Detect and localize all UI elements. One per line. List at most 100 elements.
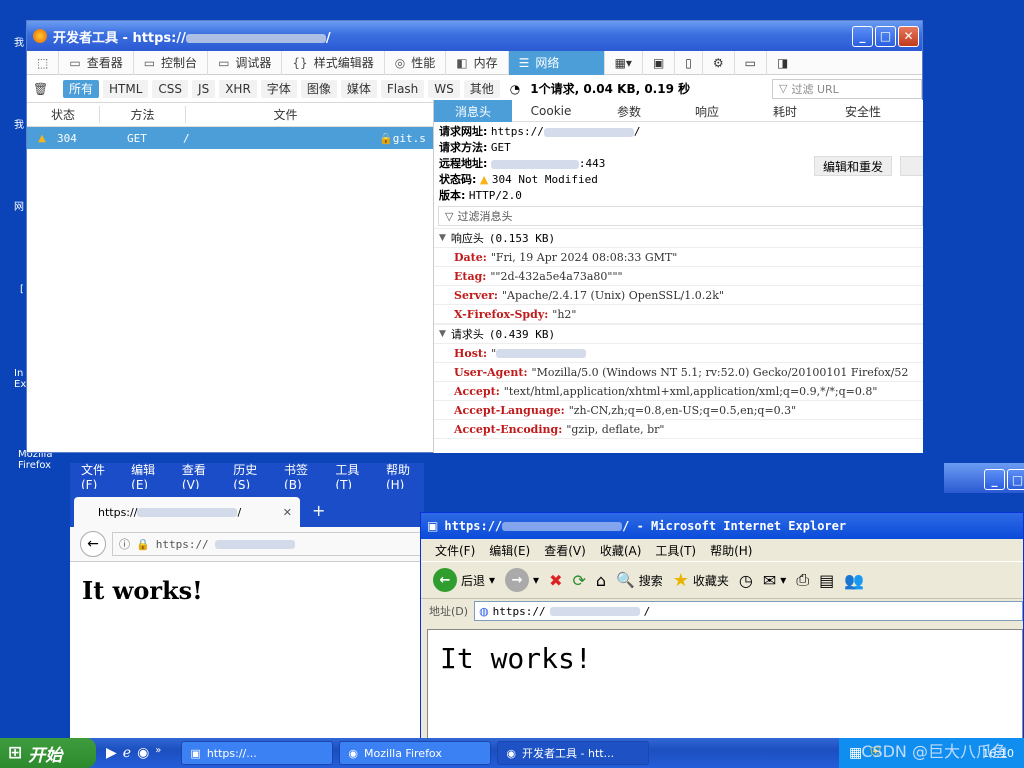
tab-cookies[interactable]: Cookie (512, 100, 590, 122)
print-button[interactable]: ⎙ (796, 570, 809, 590)
task-ie[interactable]: ▣ https://... (181, 741, 334, 765)
desktop-icon-recycle[interactable]: [ (20, 284, 24, 295)
tab-debugger[interactable]: ▭ 调试器 (208, 50, 283, 75)
close-tab-icon[interactable]: ✕ (283, 506, 292, 519)
info-icon[interactable]: ⓘ (119, 536, 130, 552)
menu-edit[interactable]: 编辑(E) (131, 461, 168, 492)
tab-params[interactable]: 参数 (590, 100, 668, 122)
filter-ws[interactable]: WS (428, 79, 460, 98)
split-console-icon[interactable]: ▦▾ (605, 50, 643, 75)
messenger-button[interactable]: 👥 (844, 571, 864, 590)
menu-file[interactable]: 文件(F) (81, 461, 117, 492)
header-row[interactable]: Host: " (434, 344, 923, 363)
filter-xhr[interactable]: XHR (219, 79, 257, 98)
settings-gear-icon[interactable]: ⚙ (703, 50, 735, 75)
forward-button[interactable]: → ▾ (505, 568, 539, 592)
menu-help[interactable]: 帮助(H) (710, 542, 752, 559)
edit-button[interactable]: ▤ (819, 571, 834, 590)
maximize-button[interactable]: □ (1007, 469, 1024, 490)
response-headers-section[interactable]: ▼ 响应头 (0.153 KB) (434, 228, 923, 248)
tab-console[interactable]: ▭ 控制台 (134, 50, 209, 75)
search-button[interactable]: 🔍 搜索 (616, 571, 663, 589)
tab-memory[interactable]: ◧ 内存 (446, 50, 509, 75)
ie-titlebar[interactable]: ▣ https:/// - Microsoft Internet Explorer (421, 513, 1023, 539)
filter-all[interactable]: 所有 (63, 79, 100, 98)
dock-side-icon[interactable]: ◨ (767, 51, 798, 75)
menu-favorites[interactable]: 收藏(A) (600, 542, 642, 559)
filter-css[interactable]: CSS (152, 79, 189, 98)
header-row[interactable]: User-Agent: "Mozilla/5.0 (Windows NT 5.1;… (434, 363, 923, 382)
col-file[interactable]: 文件 (185, 106, 385, 123)
gauge-icon[interactable]: ◔ (510, 82, 520, 96)
home-button[interactable]: ⌂ (596, 571, 606, 590)
minimize-button[interactable]: _ (984, 469, 1005, 490)
menu-help[interactable]: 帮助(H) (386, 461, 424, 492)
menu-view[interactable]: 查看(V) (544, 542, 586, 559)
new-tab-icon[interactable]: + (312, 501, 325, 520)
maximize-button[interactable]: □ (875, 25, 896, 47)
refresh-button[interactable]: ⟳ (572, 571, 585, 590)
address-input[interactable]: ◍ https:/// (474, 601, 1023, 621)
tab-performance[interactable]: ◎ 性能 (385, 50, 447, 75)
desktop-icon-ie[interactable]: In Ex (14, 368, 26, 390)
start-button[interactable]: ⊞ 开始 (0, 738, 96, 768)
mail-button[interactable]: ✉ ▾ (763, 571, 786, 590)
task-firefox[interactable]: ◉ Mozilla Firefox (339, 741, 492, 765)
menu-tools[interactable]: 工具(T) (655, 542, 696, 559)
header-row[interactable]: Accept: "text/html,application/xhtml+xml,… (434, 382, 923, 401)
favorites-button[interactable]: ★ 收藏夹 (673, 570, 729, 591)
task-devtools[interactable]: ◉ 开发者工具 - htt... (497, 741, 650, 765)
filter-images[interactable]: 图像 (300, 79, 337, 98)
history-button[interactable]: ◷ (739, 571, 753, 590)
menu-view[interactable]: 查看(V) (182, 461, 219, 492)
col-status[interactable]: 状态 (27, 106, 99, 123)
back-button[interactable]: ← 后退 ▾ (433, 568, 495, 592)
trash-icon[interactable]: 🗑 (33, 82, 59, 96)
header-row[interactable]: X-Firefox-Spdy: "h2" (434, 305, 923, 324)
responsive-icon[interactable]: ▣ (643, 50, 676, 75)
picker-icon[interactable]: ⬚ (27, 50, 60, 75)
devtools-titlebar[interactable]: 开发者工具 - https:/// _ □ ✕ (27, 21, 922, 51)
header-row[interactable]: Accept-Encoding: "gzip, deflate, br" (434, 420, 923, 439)
tab-headers[interactable]: 消息头 (434, 100, 512, 122)
network-icon[interactable]: ▦ (849, 745, 862, 761)
menu-file[interactable]: 文件(F) (435, 542, 475, 559)
stop-button[interactable]: ✖ (549, 571, 562, 590)
tab-network[interactable]: ☰ 网络 (508, 50, 605, 75)
dock-icon[interactable]: ▭ (735, 50, 768, 75)
desktop-icon-network[interactable]: 网 (14, 202, 24, 213)
url-filter-input[interactable]: ▽ 过滤 URL (772, 78, 922, 99)
request-headers-section[interactable]: ▼ 请求头 (0.439 KB) (434, 324, 923, 344)
desktop-icon-my-documents[interactable]: 我 (14, 38, 24, 49)
edit-resend-button[interactable]: 编辑和重发 (814, 156, 893, 176)
table-row[interactable]: ▲ 304 GET / 🔒 git.s (27, 127, 433, 149)
close-button[interactable]: ✕ (898, 25, 919, 47)
media-player-icon[interactable]: ▶ (106, 745, 117, 761)
menu-history[interactable]: 历史(S) (233, 461, 270, 492)
tab-inspector[interactable]: ▭ 查看器 (59, 50, 134, 75)
menu-edit[interactable]: 编辑(E) (489, 542, 530, 559)
url-bar[interactable]: ⓘ 🔒 https:// (112, 532, 424, 556)
frames-icon[interactable]: ▯ (675, 50, 703, 75)
header-row[interactable]: Accept-Language: "zh-CN,zh;q=0.8,en-US;q=… (434, 401, 923, 420)
minimize-button[interactable]: _ (852, 25, 873, 47)
filter-fonts[interactable]: 字体 (260, 79, 297, 98)
desktop-icon-my-computer[interactable]: 我 (14, 120, 24, 131)
chevron-right-icon[interactable]: » (155, 745, 161, 761)
firefox-icon[interactable]: ◉ (137, 745, 149, 761)
header-row[interactable]: Server: "Apache/2.4.17 (Unix) OpenSSL/1.0… (434, 286, 923, 305)
background-window-titlebar[interactable]: _ □ (944, 463, 1024, 493)
menu-tools[interactable]: 工具(T) (335, 461, 372, 492)
header-row[interactable]: Date: "Fri, 19 Apr 2024 08:08:33 GMT" (434, 248, 923, 267)
filter-media[interactable]: 媒体 (340, 79, 377, 98)
filter-html[interactable]: HTML (103, 79, 149, 98)
menu-bookmarks[interactable]: 书签(B) (284, 461, 321, 492)
ie-icon[interactable]: ℯ (123, 745, 131, 761)
back-button[interactable]: ← (80, 531, 106, 557)
browser-tab[interactable]: https:/// ✕ (74, 497, 300, 527)
filter-js[interactable]: JS (192, 79, 216, 98)
tab-style-editor[interactable]: {} 样式编辑器 (282, 50, 385, 75)
filter-headers-input[interactable]: ▽ 过滤消息头 (438, 206, 923, 226)
tab-response[interactable]: 响应 (668, 100, 746, 122)
col-method[interactable]: 方法 (99, 106, 185, 123)
